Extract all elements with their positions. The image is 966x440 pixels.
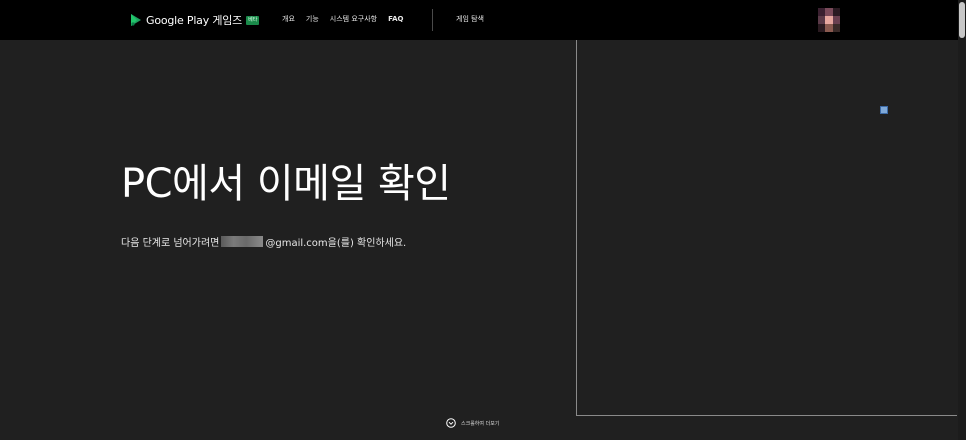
broken-image-icon	[880, 106, 888, 114]
side-media-panel	[576, 40, 957, 416]
brand-logo-link[interactable]: Google Play 게임즈 베타	[129, 12, 260, 28]
google-play-logo-icon	[131, 14, 141, 26]
nav-features[interactable]: 기능	[306, 14, 319, 24]
avatar-pixel	[825, 16, 833, 24]
verification-instruction: 다음 단계로 넘어가려면 @gmail.com을(를) 확인하세요.	[121, 234, 406, 249]
scrollbar-thumb[interactable]	[959, 2, 965, 38]
avatar-pixel	[832, 8, 840, 16]
avatar-pixel	[818, 8, 826, 16]
scrollbar-track[interactable]	[958, 0, 966, 440]
avatar-pixel	[818, 24, 826, 32]
avatar-pixel	[832, 24, 840, 32]
avatar-pixel	[832, 16, 840, 24]
scroll-more-button[interactable]: 스크롤하여 더보기	[446, 418, 499, 428]
main-nav: 개요 기능 시스템 요구사항 FAQ	[282, 14, 414, 24]
brand-name: Google Play 게임즈	[146, 14, 243, 27]
nav-explore-games[interactable]: 게임 탐색	[456, 14, 484, 24]
nav-faq[interactable]: FAQ	[388, 15, 403, 23]
instruction-suffix: @gmail.com을(를) 확인하세요.	[265, 238, 407, 249]
avatar-pixel	[825, 24, 833, 32]
account-avatar[interactable]	[818, 8, 840, 32]
instruction-prefix: 다음 단계로 넘어가려면	[121, 238, 220, 249]
page-title: PC에서 이메일 확인	[121, 161, 451, 207]
nav-divider	[432, 9, 433, 31]
scroll-hint-label: 스크롤하여 더보기	[461, 420, 500, 427]
chevron-down-circle-icon	[446, 418, 456, 428]
top-navigation-bar: Google Play 게임즈 베타 개요 기능 시스템 요구사항 FAQ 게임…	[0, 0, 958, 40]
redacted-email-username	[221, 236, 264, 247]
beta-badge: 베타	[246, 15, 260, 25]
nav-overview[interactable]: 개요	[282, 14, 295, 24]
avatar-pixel	[825, 8, 833, 16]
nav-system-requirements[interactable]: 시스템 요구사항	[330, 14, 377, 24]
page: Google Play 게임즈 베타 개요 기능 시스템 요구사항 FAQ 게임…	[0, 0, 966, 440]
avatar-pixel	[818, 16, 826, 24]
